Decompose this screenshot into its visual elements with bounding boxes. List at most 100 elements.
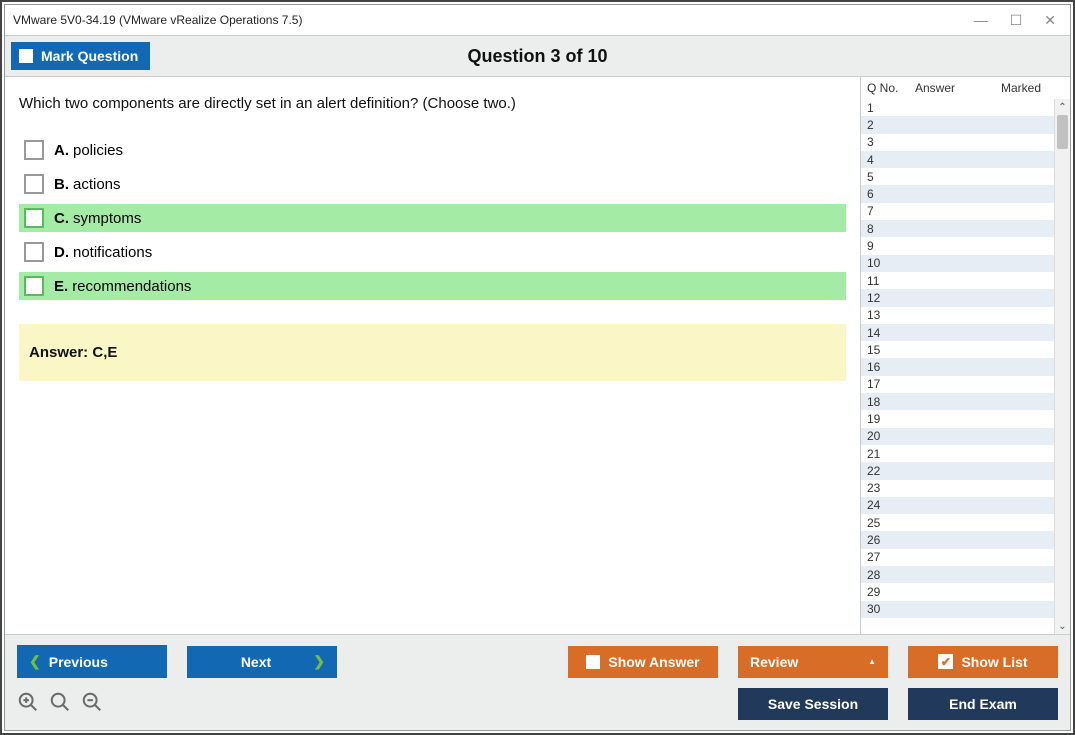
list-item[interactable]: 29 — [861, 583, 1054, 600]
list-item-number: 13 — [867, 308, 915, 322]
option-letter: E. — [54, 278, 68, 295]
list-item[interactable]: 2 — [861, 116, 1054, 133]
option-checkbox[interactable] — [24, 140, 44, 160]
list-item-number: 2 — [867, 118, 915, 132]
list-item[interactable]: 12 — [861, 289, 1054, 306]
list-item[interactable]: 20 — [861, 428, 1054, 445]
list-item[interactable]: 21 — [861, 445, 1054, 462]
window-title: VMware 5V0-34.19 (VMware vRealize Operat… — [13, 13, 302, 27]
option-label: B.actions — [54, 176, 121, 193]
list-item-number: 14 — [867, 326, 915, 340]
list-item[interactable]: 7 — [861, 203, 1054, 220]
list-item-number: 18 — [867, 395, 915, 409]
list-item[interactable]: 1 — [861, 99, 1054, 116]
list-item-number: 7 — [867, 204, 915, 218]
list-item[interactable]: 28 — [861, 566, 1054, 583]
next-button[interactable]: Next ❯ — [187, 646, 337, 678]
chevron-left-icon: ❮ — [29, 653, 41, 670]
list-item-number: 25 — [867, 516, 915, 530]
window-controls: — ☐ ✕ — [974, 12, 1062, 29]
list-item[interactable]: 23 — [861, 480, 1054, 497]
question-list[interactable]: 1234567891011121314151617181920212223242… — [861, 99, 1054, 634]
option-row[interactable]: C.symptoms — [19, 204, 846, 232]
list-item[interactable]: 19 — [861, 410, 1054, 427]
button-row-2: Save Session End Exam — [17, 688, 1058, 720]
option-checkbox[interactable] — [24, 242, 44, 262]
list-item[interactable]: 9 — [861, 237, 1054, 254]
previous-label: Previous — [49, 654, 108, 670]
list-item-number: 15 — [867, 343, 915, 357]
list-item[interactable]: 26 — [861, 531, 1054, 548]
list-item-number: 6 — [867, 187, 915, 201]
list-item-number: 8 — [867, 222, 915, 236]
list-item-number: 19 — [867, 412, 915, 426]
option-checkbox[interactable] — [24, 276, 44, 296]
header-qno: Q No. — [867, 81, 915, 95]
list-item-number: 23 — [867, 481, 915, 495]
list-item[interactable]: 13 — [861, 307, 1054, 324]
zoom-reset-icon[interactable] — [49, 691, 71, 718]
list-item[interactable]: 24 — [861, 497, 1054, 514]
maximize-icon[interactable]: ☐ — [1010, 12, 1023, 29]
list-item[interactable]: 8 — [861, 220, 1054, 237]
show-answer-checkbox-icon — [586, 655, 600, 669]
list-item[interactable]: 17 — [861, 376, 1054, 393]
option-text: policies — [73, 142, 123, 159]
list-item[interactable]: 10 — [861, 255, 1054, 272]
list-item[interactable]: 4 — [861, 151, 1054, 168]
list-item[interactable]: 27 — [861, 549, 1054, 566]
previous-button[interactable]: ❮ Previous — [17, 645, 167, 678]
minimize-icon[interactable]: — — [974, 12, 988, 29]
list-item[interactable]: 30 — [861, 601, 1054, 618]
option-letter: B. — [54, 176, 69, 193]
question-panel: Which two components are directly set in… — [5, 77, 860, 634]
list-item[interactable]: 22 — [861, 462, 1054, 479]
list-item[interactable]: 25 — [861, 514, 1054, 531]
scroll-down-icon[interactable]: ⌄ — [1055, 618, 1070, 634]
option-row[interactable]: D.notifications — [19, 238, 846, 266]
scrollbar[interactable]: ⌃ ⌄ — [1054, 99, 1070, 634]
option-checkbox[interactable] — [24, 208, 44, 228]
list-item-number: 20 — [867, 429, 915, 443]
list-item[interactable]: 14 — [861, 324, 1054, 341]
end-exam-button[interactable]: End Exam — [908, 688, 1058, 720]
question-list-header: Q No. Answer Marked — [861, 77, 1070, 99]
option-text: notifications — [73, 244, 152, 261]
review-button[interactable]: Review ▲ — [738, 646, 888, 678]
show-list-label: Show List — [961, 654, 1027, 670]
show-list-checkbox-icon: ✔ — [938, 654, 953, 669]
scroll-thumb[interactable] — [1057, 115, 1068, 149]
scroll-up-icon[interactable]: ⌃ — [1055, 99, 1070, 115]
list-item-number: 1 — [867, 101, 915, 115]
list-item[interactable]: 16 — [861, 358, 1054, 375]
close-icon[interactable]: ✕ — [1044, 12, 1056, 29]
show-answer-button[interactable]: Show Answer — [568, 646, 718, 678]
zoom-in-icon[interactable] — [17, 691, 39, 718]
zoom-out-icon[interactable] — [81, 691, 103, 718]
button-row-1: ❮ Previous Next ❯ Show Answer Review ▲ — [17, 645, 1058, 678]
list-item-number: 12 — [867, 291, 915, 305]
option-row[interactable]: A.policies — [19, 136, 846, 164]
list-item[interactable]: 6 — [861, 185, 1054, 202]
option-row[interactable]: E.recommendations — [19, 272, 846, 300]
save-session-label: Save Session — [768, 696, 858, 712]
option-checkbox[interactable] — [24, 174, 44, 194]
list-item-number: 26 — [867, 533, 915, 547]
list-item-number: 29 — [867, 585, 915, 599]
body: Which two components are directly set in… — [5, 77, 1070, 634]
option-label: E.recommendations — [54, 278, 191, 295]
question-list-panel: Q No. Answer Marked 12345678910111213141… — [860, 77, 1070, 634]
option-label: A.policies — [54, 142, 123, 159]
list-item[interactable]: 11 — [861, 272, 1054, 289]
options-list: A.policies B.actions C.symptoms D.notificat… — [19, 136, 846, 300]
list-item[interactable]: 5 — [861, 168, 1054, 185]
save-session-button[interactable]: Save Session — [738, 688, 888, 720]
show-list-button[interactable]: ✔ Show List — [908, 646, 1058, 678]
list-item-number: 5 — [867, 170, 915, 184]
option-row[interactable]: B.actions — [19, 170, 846, 198]
chevron-right-icon: ❯ — [313, 653, 325, 670]
list-item[interactable]: 3 — [861, 134, 1054, 151]
list-item[interactable]: 15 — [861, 341, 1054, 358]
show-answer-label: Show Answer — [608, 654, 699, 670]
list-item[interactable]: 18 — [861, 393, 1054, 410]
